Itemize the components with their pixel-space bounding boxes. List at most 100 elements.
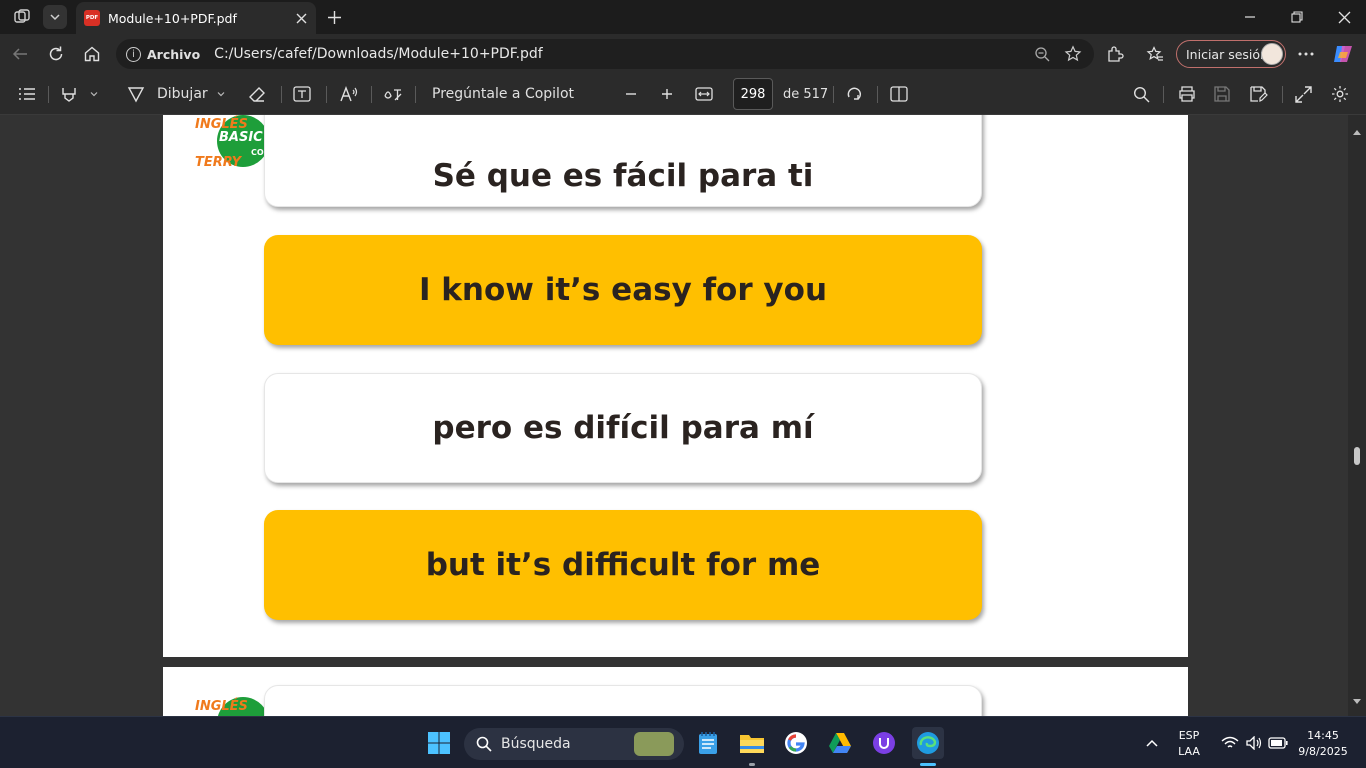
toolbar-divider <box>281 86 282 103</box>
edge-active-indicator <box>920 763 936 766</box>
home-icon[interactable] <box>80 42 104 66</box>
toolbar-divider <box>415 86 416 103</box>
extensions-icon[interactable] <box>1103 42 1127 66</box>
phrase-text: but it’s difficult for me <box>425 547 821 583</box>
draw-button[interactable]: Dibujar <box>157 83 208 105</box>
ask-copilot-button[interactable]: Pregúntale a Copilot <box>432 83 574 105</box>
address-url[interactable]: C:/Users/cafef/Downloads/Module+10+PDF.p… <box>214 46 543 62</box>
pdf-toolbar: Dibujar Pregúntale a Copilot 298 de 517 <box>0 74 1366 115</box>
info-icon[interactable]: i <box>126 46 141 62</box>
close-window-icon[interactable] <box>1332 5 1356 29</box>
taskbar-search[interactable]: Búsqueda <box>464 728 684 760</box>
refresh-icon[interactable] <box>44 42 68 66</box>
logo-text: CO <box>251 148 264 157</box>
pdf-viewer[interactable]: INGLÉS BASIC TERRY CO Sé que es fácil pa… <box>0 115 1366 716</box>
google-chrome-icon[interactable] <box>780 727 812 759</box>
workspaces-icon[interactable] <box>10 5 34 29</box>
pdf-file-icon: PDF <box>84 10 100 26</box>
clock-time: 14:45 <box>1307 729 1339 742</box>
keyboard-layout: LAA <box>1178 745 1200 758</box>
phrase-card: pero es difícil para mí <box>264 373 982 483</box>
total-pages-label: de 517 <box>783 86 829 102</box>
sign-in-label: Iniciar sesión <box>1186 46 1268 62</box>
address-toolbar: i Archivo C:/Users/cafef/Downloads/Modul… <box>0 34 1366 74</box>
phrase-text: pero es difícil para mí <box>432 410 814 446</box>
sign-in-button[interactable]: Iniciar sesión <box>1176 40 1286 68</box>
toolbar-divider <box>833 86 834 103</box>
contents-list-icon[interactable] <box>18 83 36 105</box>
logo-text: BASIC <box>219 130 263 145</box>
clock[interactable]: 14:45 9/8/2025 <box>1292 728 1354 760</box>
microsoft-edge-icon[interactable] <box>912 727 944 759</box>
find-search-icon[interactable] <box>1133 83 1150 105</box>
scroll-down-arrow-icon[interactable] <box>1352 691 1362 710</box>
settings-gear-icon[interactable] <box>1331 83 1349 105</box>
add-text-icon[interactable] <box>293 83 311 105</box>
zoom-icon[interactable] <box>1034 46 1050 66</box>
favorites-icon[interactable] <box>1143 42 1167 66</box>
tab-actions-chevron-icon[interactable] <box>43 5 67 29</box>
toolbar-divider <box>1163 86 1164 103</box>
favorite-star-icon[interactable] <box>1064 45 1082 67</box>
minimize-icon[interactable] <box>1238 5 1262 29</box>
rotate-icon[interactable] <box>845 83 863 105</box>
toolbar-divider <box>48 86 49 103</box>
clock-date: 9/8/2025 <box>1298 745 1348 758</box>
avatar <box>1261 43 1283 65</box>
draw-pen-icon[interactable] <box>127 83 145 105</box>
tab-title: Module+10+PDF.pdf <box>108 10 237 26</box>
tab-active[interactable]: PDF Module+10+PDF.pdf <box>76 2 316 34</box>
language-code: ESP <box>1178 729 1200 742</box>
print-icon[interactable] <box>1178 83 1196 105</box>
vertical-scrollbar[interactable] <box>1348 115 1366 716</box>
page-number-input[interactable]: 298 <box>733 78 773 110</box>
save-as-icon[interactable] <box>1250 83 1268 105</box>
fullscreen-icon[interactable] <box>1295 83 1312 105</box>
translate-icon[interactable] <box>383 83 403 105</box>
new-tab-icon[interactable] <box>322 5 346 29</box>
windows-taskbar: Búsqueda ESP LAA 14:45 9/8/2025 <box>0 716 1366 768</box>
google-drive-icon[interactable] <box>824 727 856 759</box>
toolbar-divider <box>326 86 327 103</box>
highlight-icon[interactable] <box>60 83 78 105</box>
tab-bar: PDF Module+10+PDF.pdf <box>0 0 1366 34</box>
address-bar[interactable]: i Archivo C:/Users/cafef/Downloads/Modul… <box>116 39 1094 69</box>
phrase-card: but it’s difficult for me <box>264 510 982 620</box>
show-hidden-icons-chevron-icon[interactable] <box>1136 727 1168 759</box>
logo-text: TERRY <box>195 155 241 170</box>
search-highlight-icon <box>634 732 674 756</box>
more-options-icon[interactable] <box>1294 42 1318 66</box>
copilot-icon[interactable] <box>1331 42 1355 66</box>
close-tab-icon[interactable] <box>294 11 308 25</box>
save-icon[interactable] <box>1214 83 1230 105</box>
page-view-icon[interactable] <box>890 83 908 105</box>
zoom-out-icon[interactable] <box>624 83 638 105</box>
phrase-text: Sé que es fácil para ti <box>432 158 814 194</box>
scrollbar-thumb[interactable] <box>1354 447 1360 465</box>
scroll-up-arrow-icon[interactable] <box>1352 121 1362 140</box>
back-arrow-icon[interactable] <box>8 42 32 66</box>
phrase-text: I know it’s easy for you <box>418 272 828 308</box>
fit-to-width-icon[interactable] <box>695 83 713 105</box>
ingles-basico-logo: INGLÉS BASIC TERRY CO <box>195 115 269 173</box>
pdf-page-next: INGLÉS <box>163 667 1188 716</box>
eraser-icon[interactable] <box>248 83 266 105</box>
toolbar-divider <box>877 86 878 103</box>
file-explorer-icon[interactable] <box>736 727 768 759</box>
notepad-icon[interactable] <box>692 727 724 759</box>
restore-icon[interactable] <box>1285 5 1309 29</box>
logo-text: INGLÉS <box>195 699 248 714</box>
toolbar-divider <box>1282 86 1283 103</box>
draw-options-chevron-icon[interactable] <box>216 83 226 105</box>
phrase-card: I know it’s easy for you <box>264 235 982 345</box>
read-aloud-icon[interactable] <box>339 83 359 105</box>
start-windows-icon[interactable] <box>423 727 455 759</box>
explorer-running-indicator <box>749 763 755 766</box>
battery-icon[interactable] <box>1262 727 1294 759</box>
pdf-page: INGLÉS BASIC TERRY CO Sé que es fácil pa… <box>163 115 1188 657</box>
highlight-options-chevron-icon[interactable] <box>89 83 99 105</box>
toolbar-divider <box>371 86 372 103</box>
app-purple-icon[interactable] <box>868 727 900 759</box>
language-indicator[interactable]: ESP LAA <box>1172 728 1206 760</box>
zoom-in-icon[interactable] <box>660 83 674 105</box>
